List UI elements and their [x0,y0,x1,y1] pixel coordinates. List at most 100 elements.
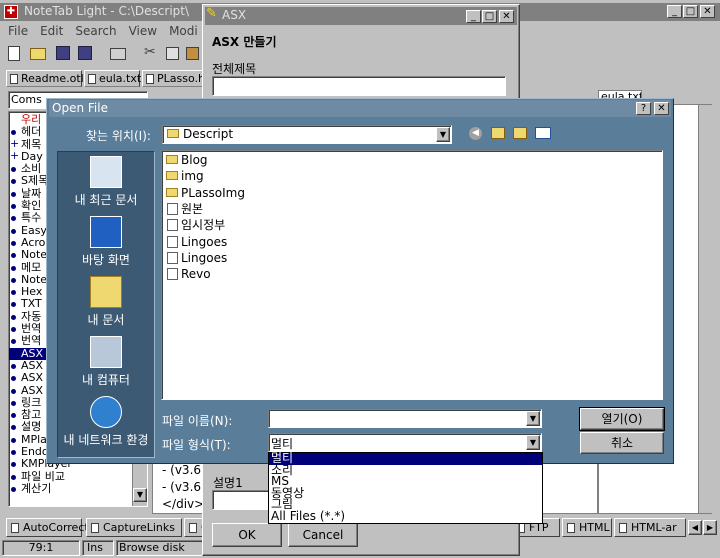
up-folder-icon[interactable] [491,127,505,139]
place-network[interactable]: 내 네트워크 환경 [58,396,154,448]
menu-file[interactable]: File [8,24,28,38]
asx-desc-label: 설명1 [213,476,243,490]
open-folder-icon[interactable] [30,48,46,60]
menubar: File Edit Search View Modi [8,22,210,40]
menu-view[interactable]: View [129,24,157,38]
dialog-help-button[interactable]: ? [636,102,651,115]
bottom-tab-capturelinks[interactable]: CaptureLinks [86,518,182,537]
folder-icon [167,129,179,138]
network-icon [90,396,122,428]
back-icon[interactable]: ◀ [469,127,482,140]
my-documents-icon [90,276,122,308]
asx-heading: ASX 만들기 [212,35,277,49]
look-in-select[interactable]: Descript ▼ [162,125,452,144]
new-file-icon[interactable] [8,46,20,61]
dialog-title: Open File [52,101,108,115]
tab-eula[interactable]: eula.txt [84,70,141,87]
filetype-select[interactable]: 멀티 ▼ [268,433,542,452]
document-icon [167,235,178,248]
file-list-item[interactable]: Blog [166,152,208,168]
clip-item[interactable]: 계산기 [9,482,147,495]
chevron-down-icon[interactable]: ▼ [436,127,450,142]
tab-scroll-left[interactable]: ◀ [688,520,702,535]
filetype-option[interactable]: 동영상 [269,487,542,500]
my-computer-icon [90,336,122,368]
clip-scroll-down[interactable]: ▼ [133,488,147,502]
paste-icon[interactable] [186,47,199,60]
filetype-dropdown-list[interactable]: 멀티 소리 MS 동영상 그림 All Files (*.*) [268,452,543,524]
new-folder-icon[interactable] [513,127,527,139]
file-list-item[interactable]: img [166,168,204,184]
place-my-computer[interactable]: 내 컴퓨터 [58,336,154,388]
asx-ok-button[interactable]: OK [212,523,282,547]
notetab-title: NoteTab Light - C:\Descript\ [24,4,190,18]
filetype-option[interactable]: 멀티 [269,452,542,465]
file-list-item[interactable]: Lingoes [166,250,227,266]
clip-icon [567,523,575,533]
menu-edit[interactable]: Edit [40,24,63,38]
cut-icon[interactable]: ✂ [144,44,156,60]
menu-modify[interactable]: Modi [169,24,198,38]
save-icon[interactable] [56,46,70,60]
document-icon [10,74,18,84]
document-icon [167,268,178,281]
filename-input[interactable]: ▼ [268,409,542,428]
copy-icon[interactable] [166,47,179,60]
app-icon: ✚ [4,5,18,19]
recent-documents-icon [90,156,122,188]
filetype-options: 멀티 소리 MS 동영상 그림 All Files (*.*) [269,452,542,523]
filetype-label: 파일 형식(T): [162,438,231,452]
file-list-item[interactable]: Revo [166,266,211,282]
document-icon [167,219,178,232]
asx-minimize-button[interactable]: _ [466,10,481,23]
tab-readme[interactable]: Readme.otl [6,70,84,87]
folder-icon [166,187,178,197]
filetype-option[interactable]: MS [269,475,542,488]
tab-plasso[interactable]: PLasso.h [142,70,205,87]
bottom-tab-html[interactable]: HTML [562,518,612,537]
filetype-option[interactable]: All Files (*.*) [269,510,542,523]
asx-close-button[interactable]: ✕ [499,10,514,23]
place-desktop[interactable]: 바탕 화면 [58,216,154,268]
notetab-minimize-button[interactable]: _ [667,5,682,18]
file-list-item[interactable]: PLassoImg [166,185,245,201]
pencil-icon: ✎ [206,6,217,21]
dialog-cancel-button[interactable]: 취소 [580,432,664,454]
asx-maximize-button[interactable]: □ [482,10,497,23]
filename-label: 파일 이름(N): [162,414,233,428]
file-list-item[interactable]: Lingoes [166,234,227,250]
dialog-close-button[interactable]: ✕ [654,102,669,115]
file-list-item[interactable]: 원본 [166,201,203,217]
asx-title: ASX [222,8,247,22]
bottom-tab-html-ar[interactable]: HTML-ar [614,518,686,537]
open-button[interactable]: 열기(O) [579,407,665,431]
look-in-label: 찾는 위치(I): [86,129,151,143]
notetab-maximize-button[interactable]: □ [683,5,698,18]
filetype-option[interactable]: 소리 [269,464,542,477]
save-all-icon[interactable] [78,46,92,60]
asx-title-input[interactable] [212,76,506,96]
clip-icon [91,523,99,533]
clip-icon [11,523,19,533]
asx-cancel-button[interactable]: Cancel [288,523,358,547]
status-position: 79:1 [2,540,80,556]
document-icon [167,202,178,215]
chevron-down-icon[interactable]: ▼ [526,411,540,426]
chevron-down-icon[interactable]: ▼ [526,435,540,450]
tab-scroll-right[interactable]: ▶ [703,520,717,535]
notetab-close-button[interactable]: ✕ [700,5,715,18]
file-list-item[interactable]: 임시정부 [166,217,225,233]
menu-search[interactable]: Search [75,24,116,38]
print-icon[interactable] [110,48,126,60]
bottom-tab-autocorrect[interactable]: AutoCorrect [6,518,89,537]
folder-icon [166,155,178,164]
asx-desc-input[interactable] [212,490,270,510]
editor-text: - (v3.6 - (v3.6 </div> [162,463,205,511]
place-recent[interactable]: 내 최근 문서 [58,156,154,208]
place-my-documents[interactable]: 내 문서 [58,276,154,328]
document-icon [88,74,96,84]
status-action: Browse disk [116,540,206,556]
right-scrollbar[interactable] [698,105,712,513]
dialog-titlebar [49,100,671,117]
view-menu-icon[interactable] [535,127,551,139]
